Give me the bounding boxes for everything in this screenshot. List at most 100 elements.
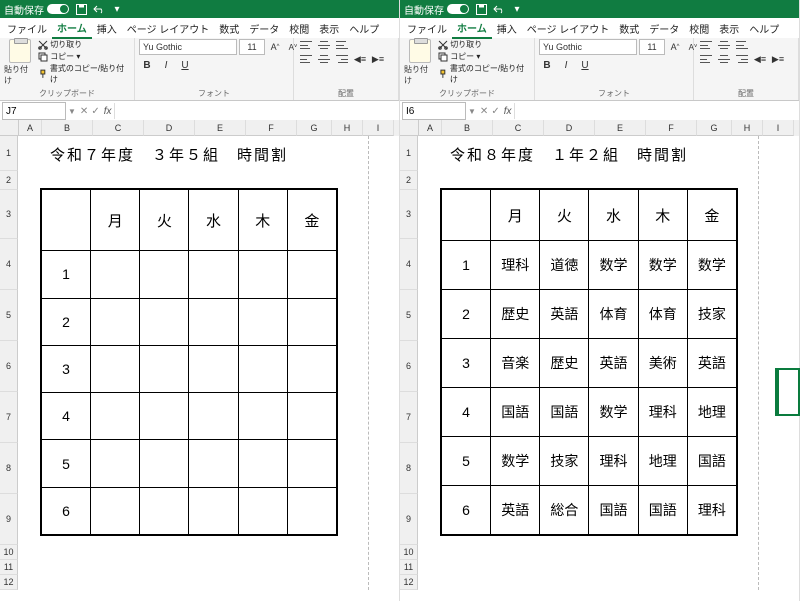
underline-button[interactable]: U	[177, 57, 193, 73]
timetable-cell[interactable]: 英語	[540, 290, 589, 339]
timetable-cell[interactable]: 数学	[638, 241, 687, 290]
row-head-9[interactable]: 9	[0, 494, 18, 545]
font-name-select[interactable]: Yu Gothic	[539, 39, 637, 55]
timetable-cell[interactable]: 国語	[491, 388, 540, 437]
row-head-12[interactable]: 12	[0, 575, 18, 590]
timetable-cell[interactable]: 音楽	[491, 339, 540, 388]
align-right-button[interactable]	[734, 53, 750, 65]
redo-dropdown-icon[interactable]: ▾	[511, 3, 523, 15]
tab-ページ レイアウト[interactable]: ページ レイアウト	[122, 18, 215, 38]
timetable-cell[interactable]	[91, 251, 140, 298]
auto-save-toggle[interactable]: 自動保存	[4, 2, 69, 17]
timetable-cell[interactable]: 国語	[540, 388, 589, 437]
formula-input[interactable]	[514, 103, 799, 119]
timetable-cell[interactable]: 体育	[589, 290, 638, 339]
cut-button[interactable]: 切り取り	[38, 39, 130, 50]
undo-icon[interactable]	[93, 3, 105, 15]
row-head-7[interactable]: 7	[0, 392, 18, 443]
timetable-cell[interactable]: 数学	[589, 388, 638, 437]
timetable-cell[interactable]	[189, 393, 238, 440]
timetable-cell[interactable]	[238, 487, 287, 534]
save-icon[interactable]	[475, 3, 487, 15]
name-box[interactable]: J7	[2, 102, 66, 120]
timetable-cell[interactable]	[140, 345, 189, 392]
cells-area[interactable]: 令和８年度 １年２組 時間割 月火水木金1理科道徳数学数学数学2歴史英語体育体育…	[418, 136, 799, 590]
italic-button[interactable]: I	[558, 57, 574, 73]
bold-button[interactable]: B	[139, 57, 155, 73]
row-head-10[interactable]: 10	[400, 545, 418, 560]
timetable-cell[interactable]: 数学	[491, 437, 540, 486]
paste-button[interactable]: 貼り付け	[4, 39, 35, 86]
timetable-cell[interactable]	[140, 393, 189, 440]
row-head-6[interactable]: 6	[0, 341, 18, 392]
col-head-G[interactable]: G	[297, 120, 332, 136]
timetable-cell[interactable]: 技家	[687, 290, 736, 339]
save-icon[interactable]	[75, 3, 87, 15]
tab-挿入[interactable]: 挿入	[492, 18, 522, 38]
timetable-cell[interactable]	[287, 298, 336, 345]
timetable-cell[interactable]: 歴史	[491, 290, 540, 339]
timetable-cell[interactable]	[287, 487, 336, 534]
timetable-cell[interactable]	[287, 345, 336, 392]
tab-ホーム[interactable]: ホーム	[452, 17, 492, 39]
col-head-C[interactable]: C	[493, 120, 544, 136]
row-head-10[interactable]: 10	[0, 545, 18, 560]
col-head-H[interactable]: H	[332, 120, 363, 136]
enter-formula-icon[interactable]: ✓	[491, 106, 499, 117]
col-head-E[interactable]: E	[195, 120, 246, 136]
timetable-cell[interactable]: 技家	[540, 437, 589, 486]
align-left-button[interactable]	[698, 53, 714, 65]
timetable-cell[interactable]	[91, 487, 140, 534]
tab-校閲[interactable]: 校閲	[284, 18, 314, 38]
timetable-cell[interactable]	[189, 345, 238, 392]
timetable-cell[interactable]: 理科	[638, 388, 687, 437]
align-right-button[interactable]	[334, 53, 350, 65]
timetable-cell[interactable]	[238, 440, 287, 487]
timetable-cell[interactable]: 国語	[589, 485, 638, 534]
row-head-11[interactable]: 11	[0, 560, 18, 575]
timetable-cell[interactable]: 総合	[540, 485, 589, 534]
timetable-cell[interactable]: 数学	[589, 241, 638, 290]
tab-ページ レイアウト[interactable]: ページ レイアウト	[522, 18, 615, 38]
format-painter-button[interactable]: 書式のコピー/貼り付け	[438, 63, 530, 85]
col-head-A[interactable]: A	[419, 120, 442, 136]
col-head-G[interactable]: G	[697, 120, 732, 136]
timetable-cell[interactable]: 体育	[638, 290, 687, 339]
row-head-1[interactable]: 1	[0, 136, 18, 171]
row-head-2[interactable]: 2	[0, 171, 18, 190]
timetable-cell[interactable]: 理科	[687, 485, 736, 534]
align-bottom-button[interactable]	[734, 39, 750, 51]
row-head-9[interactable]: 9	[400, 494, 418, 545]
timetable-cell[interactable]: 歴史	[540, 339, 589, 388]
fx-icon[interactable]: fx	[104, 106, 112, 117]
col-head-I[interactable]: I	[363, 120, 394, 136]
cancel-formula-icon[interactable]: ✕	[480, 106, 488, 117]
row-head-6[interactable]: 6	[400, 341, 418, 392]
align-bottom-button[interactable]	[334, 39, 350, 51]
indent-increase-button[interactable]: ▶≡	[370, 53, 386, 65]
align-middle-button[interactable]	[316, 39, 332, 51]
timetable-cell[interactable]: 地理	[687, 388, 736, 437]
name-box[interactable]: I6	[402, 102, 466, 120]
grow-font-button[interactable]: A^	[267, 39, 283, 55]
tab-校閲[interactable]: 校閲	[684, 18, 714, 38]
timetable-cell[interactable]: 理科	[589, 437, 638, 486]
copy-button[interactable]: コピー ▾	[438, 51, 530, 62]
timetable-cell[interactable]: 美術	[638, 339, 687, 388]
cut-button[interactable]: 切り取り	[438, 39, 530, 50]
timetable-cell[interactable]	[91, 298, 140, 345]
tab-ファイル[interactable]: ファイル	[2, 18, 52, 38]
row-head-5[interactable]: 5	[400, 290, 418, 341]
timetable-cell[interactable]	[140, 251, 189, 298]
col-head-H[interactable]: H	[732, 120, 763, 136]
timetable-cell[interactable]: 国語	[687, 437, 736, 486]
row-head-12[interactable]: 12	[400, 575, 418, 590]
font-size-select[interactable]: 11	[239, 39, 265, 55]
row-head-1[interactable]: 1	[400, 136, 418, 171]
paste-button[interactable]: 貼り付け	[404, 39, 435, 86]
col-head-B[interactable]: B	[442, 120, 493, 136]
timetable-cell[interactable]	[140, 440, 189, 487]
name-box-dropdown-icon[interactable]: ▼	[68, 107, 76, 116]
underline-button[interactable]: U	[577, 57, 593, 73]
timetable-cell[interactable]: 理科	[491, 241, 540, 290]
